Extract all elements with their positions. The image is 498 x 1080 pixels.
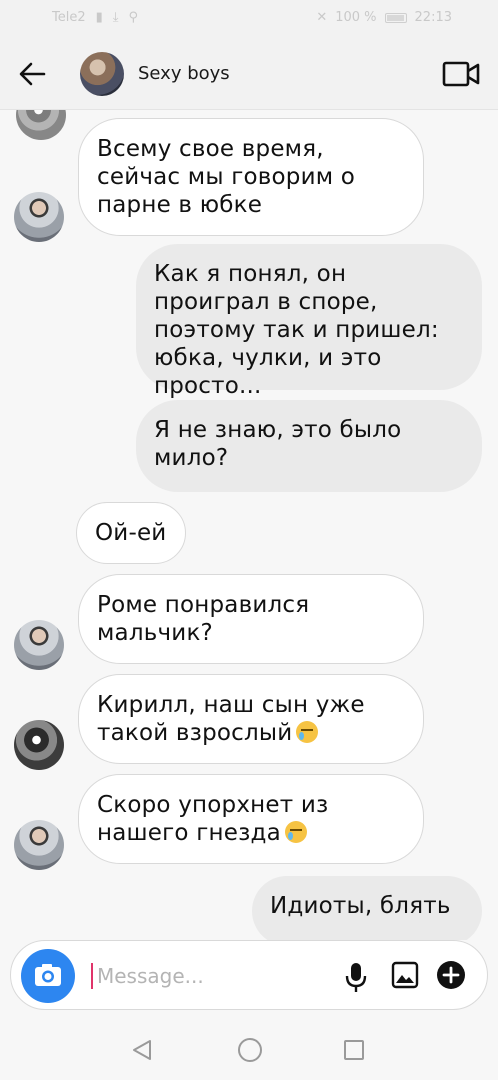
message-text: Ой-ей [95, 520, 167, 546]
nav-home-icon[interactable] [238, 1038, 262, 1062]
text-cursor [91, 963, 93, 989]
mute-icon: ✕ [316, 10, 328, 25]
battery-icon [384, 12, 407, 23]
battery-percent: 100 % [335, 10, 377, 25]
sender-avatar[interactable] [14, 192, 64, 242]
message-text: Как я понял, он проиграл в споре, поэтом… [154, 261, 439, 399]
message-bubble-outgoing[interactable]: Идиоты, блять [252, 876, 482, 940]
message-input[interactable] [97, 959, 317, 993]
message-text: Роме понравился мальчик? [97, 592, 310, 646]
chat-title[interactable]: Sexy boys [138, 63, 230, 84]
message-text: Всему свое время, сейчас мы говорим о па… [97, 136, 356, 218]
message-bubble-incoming[interactable]: Кирилл, наш сын уже такой взрослый [78, 674, 424, 764]
camera-icon [35, 964, 61, 986]
download-icon: ⤓ [112, 10, 119, 25]
camera-button[interactable] [21, 949, 75, 1003]
nav-recents-icon[interactable] [344, 1040, 364, 1060]
search-small-icon: ⚲ [128, 10, 139, 25]
message-list[interactable]: Всему свое время, сейчас мы говорим о па… [0, 110, 498, 940]
message-text: Я не знаю, это было мило? [154, 417, 402, 471]
message-bubble-incoming[interactable]: Ой-ей [76, 502, 186, 564]
message-bubble-outgoing[interactable]: Как я понял, он проиграл в споре, поэтом… [136, 244, 482, 399]
message-bubble-incoming[interactable]: Скоро упорхнет из нашего гнезда [78, 774, 424, 864]
status-bar: Tele2 ▮ ⤓ ⚲ ✕ 100 % 22:13 [0, 0, 498, 38]
message-text: Идиоты, блять [270, 893, 451, 919]
message-bubble-outgoing[interactable]: Я не знаю, это было мило? [136, 400, 482, 492]
crying-face-icon [284, 821, 307, 843]
video-call-icon[interactable] [442, 60, 480, 88]
crying-face-icon [296, 721, 319, 743]
sender-avatar[interactable] [16, 110, 66, 140]
sender-avatar[interactable] [14, 820, 64, 870]
message-bubble-incoming[interactable]: Всему свое время, сейчас мы говорим о па… [78, 118, 424, 236]
gallery-icon[interactable] [391, 961, 419, 989]
back-arrow-icon[interactable] [18, 60, 46, 88]
group-avatar[interactable] [80, 52, 124, 96]
message-text: Кирилл, наш сын уже такой взрослый [97, 692, 365, 746]
chat-header: Sexy boys [0, 38, 498, 110]
clock: 22:13 [414, 10, 452, 25]
plus-icon [442, 966, 460, 984]
sender-avatar[interactable] [14, 720, 64, 770]
signal-icon: ▮ [95, 10, 103, 25]
sender-avatar[interactable] [14, 620, 64, 670]
carrier-label: Tele2 [52, 10, 86, 25]
system-nav-bar [0, 1020, 498, 1080]
nav-back-icon[interactable] [130, 1038, 154, 1062]
microphone-icon[interactable] [343, 961, 369, 993]
message-composer [10, 940, 488, 1010]
add-button[interactable] [437, 961, 465, 989]
message-bubble-incoming[interactable]: Роме понравился мальчик? [78, 574, 424, 664]
